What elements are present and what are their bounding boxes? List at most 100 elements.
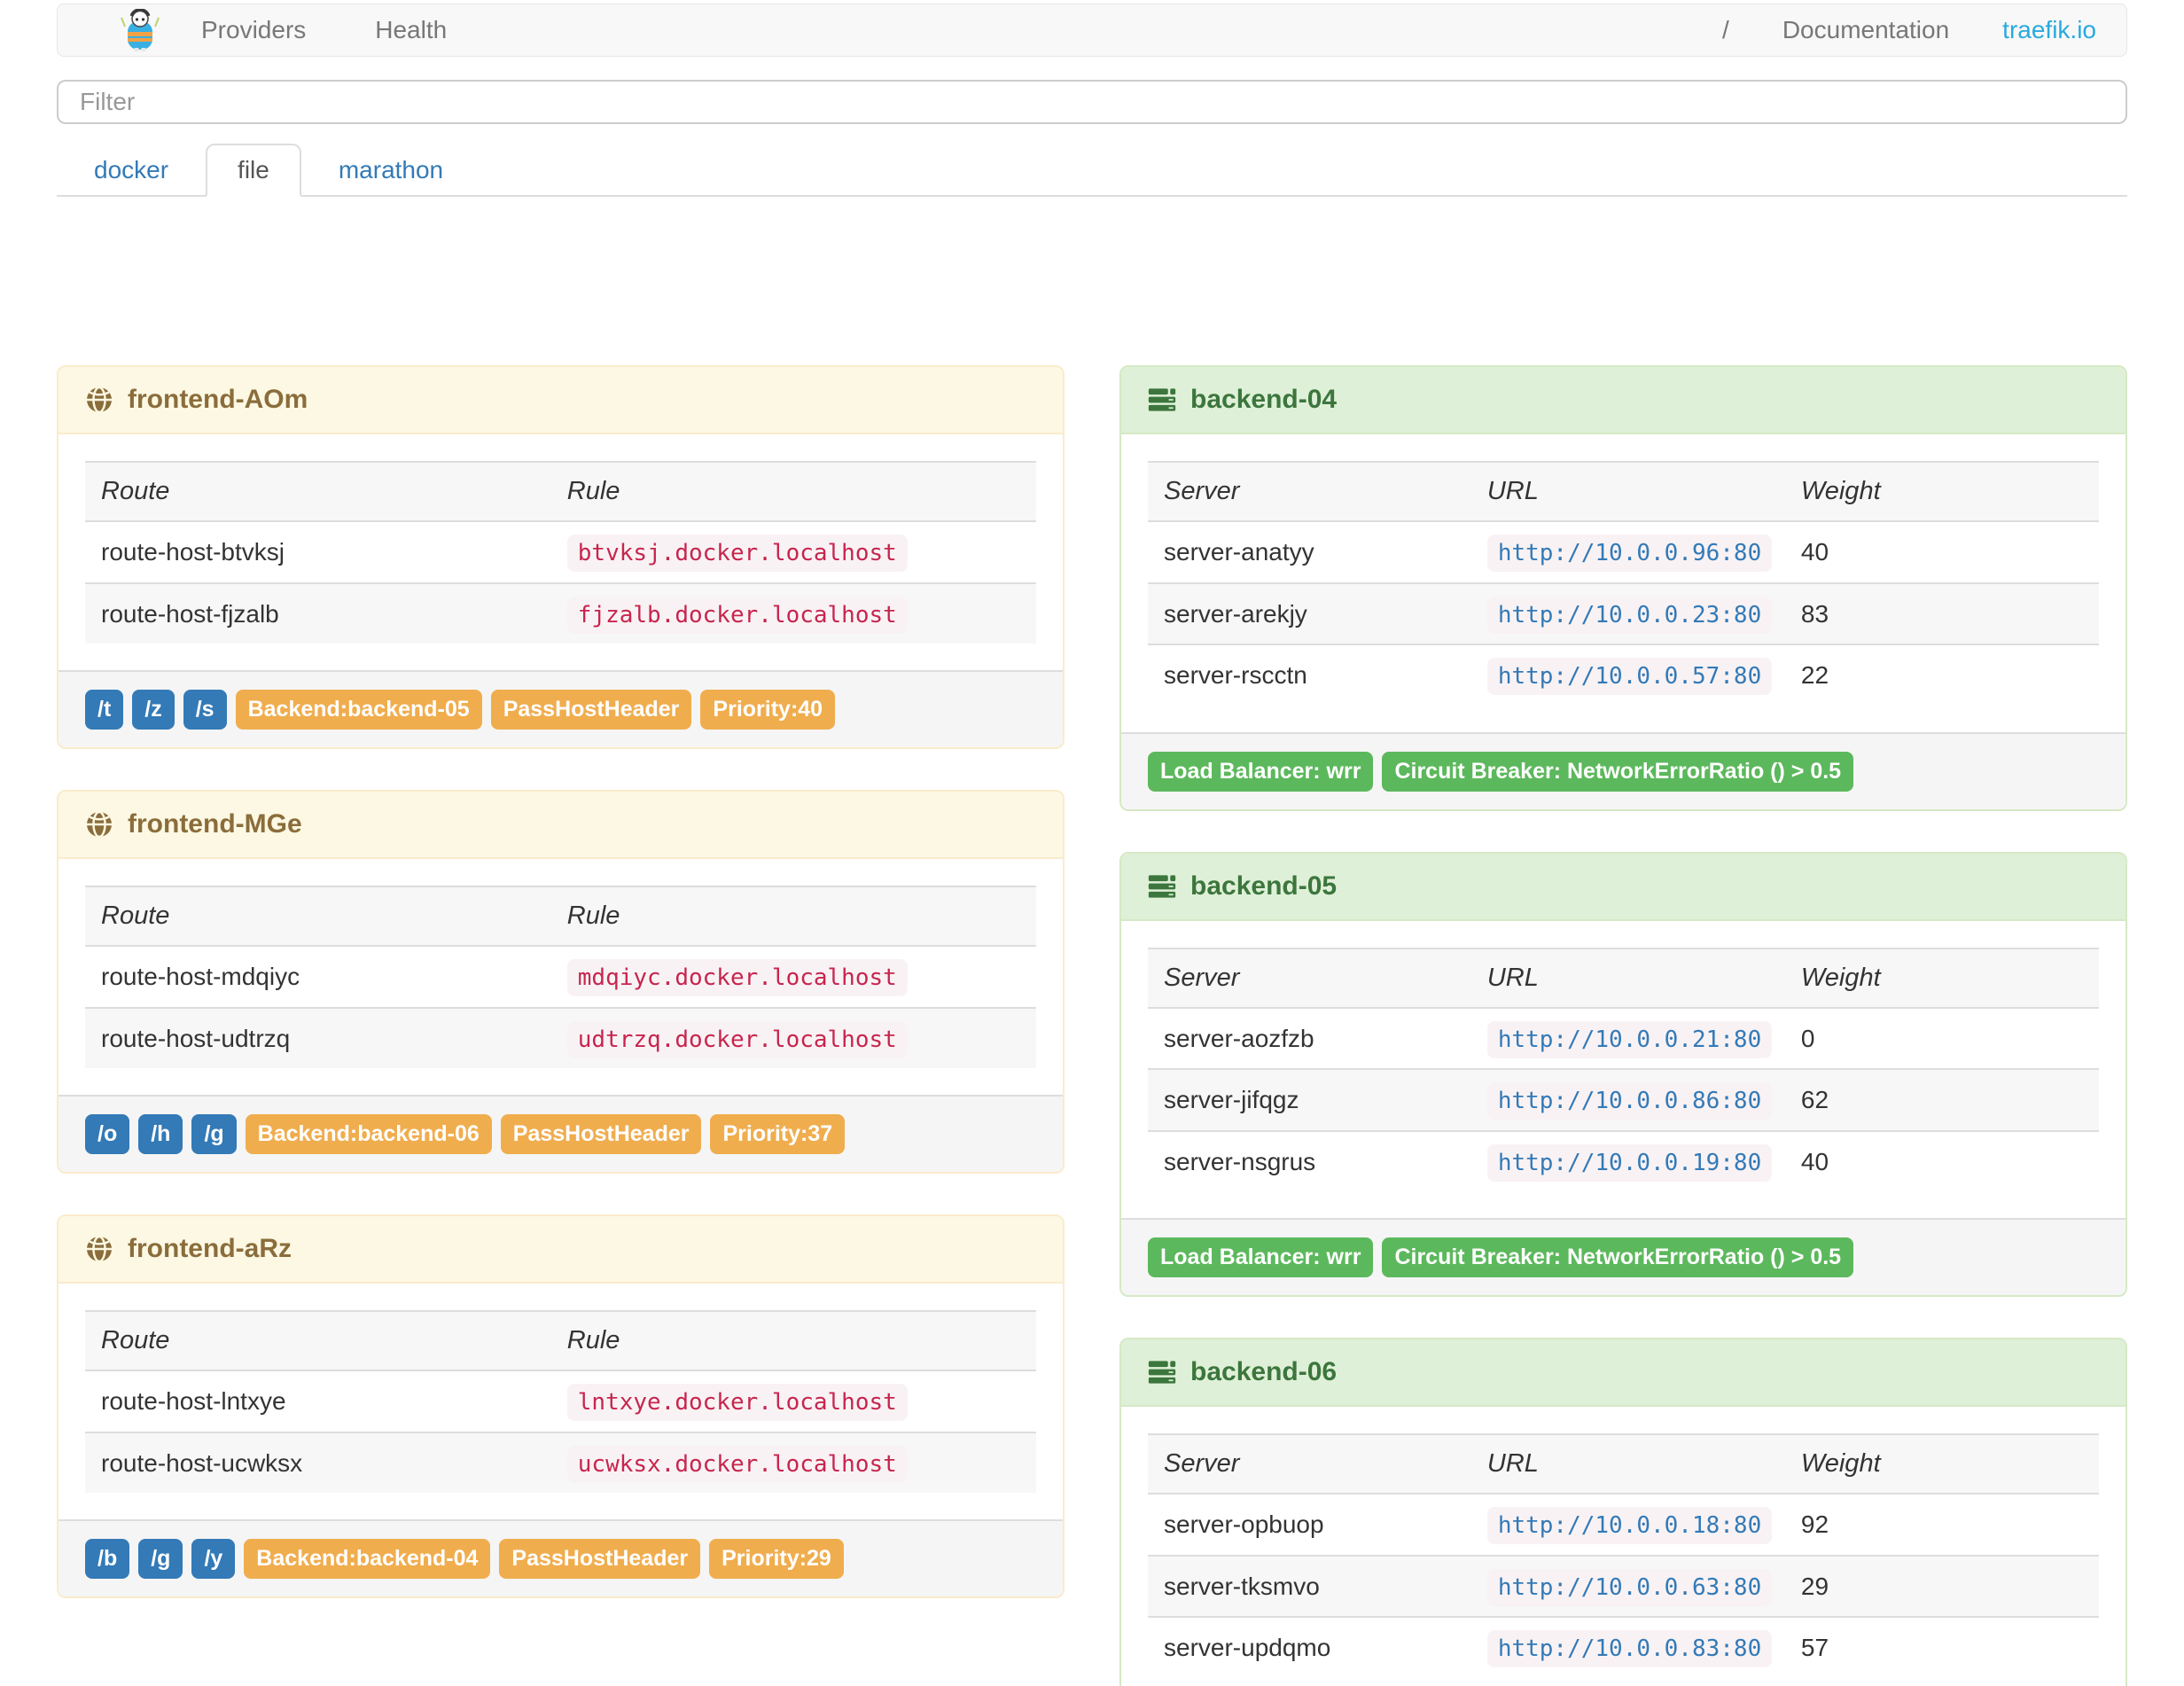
server-name-cell: server-anatyy xyxy=(1164,538,1314,566)
weight-column-header: Weight xyxy=(1800,477,1881,505)
traefik-logo-icon[interactable] xyxy=(120,9,160,51)
weight-cell: 29 xyxy=(1800,1572,1829,1600)
backend-card-footer: Load Balancer: wrr Circuit Breaker: Netwo… xyxy=(1121,731,2126,809)
routes-header-row: Route Rule xyxy=(85,1311,1036,1370)
frontend-setting-badge: Priority:29 xyxy=(709,1539,844,1579)
route-row: route-host-ucwksx ucwksx.docker.localhos… xyxy=(85,1432,1036,1493)
frontend-setting-badge: PassHostHeader xyxy=(490,690,692,730)
backend-setting-badge: Circuit Breaker: NetworkErrorRatio () > … xyxy=(1382,751,1854,792)
filter-input[interactable] xyxy=(57,80,2127,124)
server-column-header: Server xyxy=(1164,963,1240,992)
frontend-title: frontend-aRz xyxy=(128,1234,292,1263)
frontend-card-body: Route Rule route-host-mdqiyc mdqiyc.dock… xyxy=(58,859,1063,1095)
backend-card: backend-04 Server URL Weight server-anat… xyxy=(1119,365,2127,811)
tab-file[interactable]: file xyxy=(206,144,301,197)
frontend-setting-badge: Backend:backend-05 xyxy=(235,690,482,730)
server-row: server-updqmo http://10.0.0.83:80 57 xyxy=(1148,1617,2099,1678)
backend-card-footer: Load Balancer: wrr Circuit Breaker: Netwo… xyxy=(1121,1218,2126,1295)
rule-cell: lntxye.docker.localhost xyxy=(551,1370,1036,1432)
filter-bar xyxy=(57,80,2127,124)
frontend-title: frontend-AOm xyxy=(128,385,308,414)
server-name-cell: server-aozfzb xyxy=(1164,1024,1314,1052)
url-cell: http://10.0.0.83:80 xyxy=(1471,1617,1785,1678)
url-cell: http://10.0.0.19:80 xyxy=(1471,1131,1785,1192)
route-column-header: Route xyxy=(101,477,170,505)
backend-title: backend-04 xyxy=(1190,385,1338,414)
route-row: route-host-btvksj btvksj.docker.localhos… xyxy=(85,521,1036,583)
entrypoint-badge: /z xyxy=(132,690,175,730)
route-name-cell: route-host-lntxye xyxy=(101,1387,286,1416)
route-column-header: Route xyxy=(101,1326,170,1354)
routes-table: Route Rule route-host-btvksj btvksj.dock… xyxy=(85,461,1036,644)
frontend-card: frontend-aRz Route Rule route-host-lntxy… xyxy=(57,1214,1065,1598)
server-name-cell: server-nsgrus xyxy=(1164,1147,1316,1175)
weight-cell: 40 xyxy=(1800,538,1829,566)
url-cell: http://10.0.0.96:80 xyxy=(1471,521,1785,583)
frontend-card-header: frontend-MGe xyxy=(58,792,1063,859)
backend-card-body: Server URL Weight server-aozfzb http://1… xyxy=(1121,921,2126,1219)
frontend-card-footer: /t/z/s Backend:backend-05 PassHostHeader Pr… xyxy=(58,670,1063,747)
nav-providers-link[interactable]: Providers xyxy=(201,16,306,44)
server-icon xyxy=(1148,1361,1176,1384)
tab-marathon[interactable]: marathon xyxy=(307,144,475,197)
servers-table: Server URL Weight server-aozfzb http://1… xyxy=(1148,948,2099,1192)
route-name-cell: route-host-fjzalb xyxy=(101,599,279,628)
rule-cell: udtrzq.docker.localhost xyxy=(551,1008,1036,1069)
url-cell: http://10.0.0.21:80 xyxy=(1471,1008,1785,1070)
nav-traefik-io-link[interactable]: traefik.io xyxy=(2002,16,2096,44)
url-column-header: URL xyxy=(1486,963,1539,992)
frontend-setting-badge: Backend:backend-04 xyxy=(244,1539,491,1579)
weight-column-header: Weight xyxy=(1800,963,1881,992)
route-name-cell: route-host-ucwksx xyxy=(101,1448,303,1477)
rule-cell: mdqiyc.docker.localhost xyxy=(551,946,1036,1008)
rule-column-header: Rule xyxy=(566,902,620,930)
frontend-card-body: Route Rule route-host-lntxye lntxye.dock… xyxy=(58,1284,1063,1519)
weight-cell: 62 xyxy=(1800,1086,1829,1114)
backend-card: backend-05 Server URL Weight server-aozf… xyxy=(1119,851,2127,1297)
frontend-card-body: Route Rule route-host-btvksj btvksj.dock… xyxy=(58,434,1063,670)
rule-column-header: Rule xyxy=(566,1326,620,1354)
provider-tabs: docker file marathon xyxy=(57,144,2127,197)
url-cell: http://10.0.0.63:80 xyxy=(1471,1556,1785,1618)
entrypoint-badge: /g xyxy=(191,1114,237,1154)
rule-column-header: Rule xyxy=(566,477,620,505)
server-row: server-jifqgz http://10.0.0.86:80 62 xyxy=(1148,1069,2099,1131)
backend-card: backend-06 Server URL Weight server-opbu… xyxy=(1119,1338,2127,1686)
routes-table: Route Rule route-host-lntxye lntxye.dock… xyxy=(85,1310,1036,1493)
frontend-setting-badge: Backend:backend-06 xyxy=(245,1114,492,1154)
routes-header-row: Route Rule xyxy=(85,886,1036,946)
frontend-card-footer: /o/h/g Backend:backend-06 PassHostHeader Pr… xyxy=(58,1095,1063,1172)
frontend-card: frontend-MGe Route Rule route-host-mdqiy… xyxy=(57,790,1065,1174)
provider-content: frontend-AOm Route Rule route-host-btvks… xyxy=(57,365,2127,1686)
entrypoint-badge: /t xyxy=(85,690,124,730)
url-column-header: URL xyxy=(1486,477,1539,505)
backend-title: backend-06 xyxy=(1190,1357,1338,1386)
frontends-column: frontend-AOm Route Rule route-host-btvks… xyxy=(57,365,1065,1639)
server-name-cell: server-rscctn xyxy=(1164,661,1307,690)
globe-icon xyxy=(87,386,112,414)
route-name-cell: route-host-udtrzq xyxy=(101,1024,291,1052)
nav-separator: / xyxy=(1722,16,1729,43)
weight-cell: 0 xyxy=(1800,1024,1815,1052)
backend-card-header: backend-04 xyxy=(1121,367,2126,434)
url-column-header: URL xyxy=(1486,1449,1539,1478)
url-cell: http://10.0.0.57:80 xyxy=(1471,644,1785,706)
entrypoint-badge: /s xyxy=(183,690,227,730)
servers-header-row: Server URL Weight xyxy=(1148,1434,2099,1494)
server-name-cell: server-opbuop xyxy=(1164,1510,1324,1539)
nav-documentation-link[interactable]: Documentation xyxy=(1782,16,1949,44)
backend-card-header: backend-06 xyxy=(1121,1339,2126,1407)
routes-table: Route Rule route-host-mdqiyc mdqiyc.dock… xyxy=(85,886,1036,1068)
tab-docker[interactable]: docker xyxy=(62,144,200,197)
servers-table: Server URL Weight server-opbuop http://1… xyxy=(1148,1433,2099,1678)
server-row: server-rscctn http://10.0.0.57:80 22 xyxy=(1148,644,2099,706)
frontend-card-header: frontend-AOm xyxy=(58,367,1063,434)
url-cell: http://10.0.0.18:80 xyxy=(1471,1494,1785,1556)
frontend-card-footer: /b/g/y Backend:backend-04 PassHostHeader Pr… xyxy=(58,1519,1063,1596)
server-name-cell: server-updqmo xyxy=(1164,1634,1331,1662)
nav-health-link[interactable]: Health xyxy=(375,16,447,44)
backend-setting-badge: Circuit Breaker: NetworkErrorRatio () > … xyxy=(1382,1237,1854,1277)
servers-header-row: Server URL Weight xyxy=(1148,948,2099,1008)
entrypoint-badge: /b xyxy=(85,1539,130,1579)
route-row: route-host-fjzalb fjzalb.docker.localhos… xyxy=(85,582,1036,644)
